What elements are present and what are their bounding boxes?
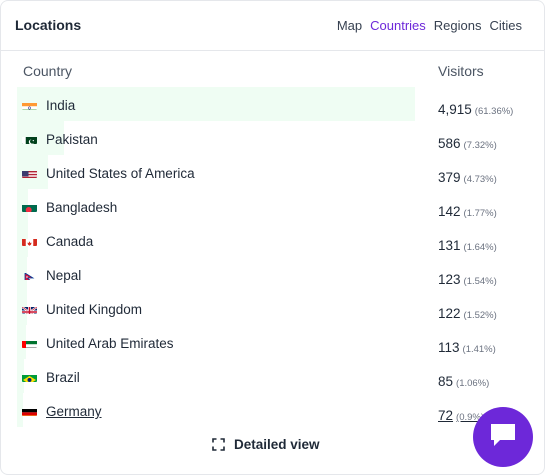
canada-flag-icon (22, 236, 37, 246)
country-name[interactable]: United States of America (46, 166, 195, 181)
detailed-view-button[interactable]: Detailed view (212, 437, 320, 452)
list-item[interactable]: Pakistan 586 (7.32%) (1, 121, 544, 155)
chat-button[interactable] (473, 407, 533, 467)
uk-flag-icon (22, 304, 37, 314)
card-title: Locations (15, 17, 82, 33)
list-item[interactable]: United Kingdom 122 (1.52%) (1, 291, 544, 325)
visitor-percent: (1.06%) (456, 378, 490, 389)
chat-icon (488, 421, 518, 454)
country-list: India 4,915 (61.36%) Pakistan 586 (7.32%) … (1, 87, 544, 427)
location-tabs: Map Countries Regions Cities (337, 18, 522, 33)
country-name[interactable]: Bangladesh (46, 200, 117, 215)
country-name[interactable]: Pakistan (46, 132, 98, 147)
uae-flag-icon (22, 338, 37, 348)
share-bar (17, 87, 415, 121)
visitor-count: 4,915 (61.36%) (438, 102, 514, 117)
visitor-count: 123 (1.54%) (438, 272, 497, 287)
country-name[interactable]: Germany (46, 404, 102, 419)
country-name[interactable]: United Kingdom (46, 302, 142, 317)
visitor-count: 142 (1.77%) (438, 204, 497, 219)
visitor-percent: (4.73%) (463, 174, 497, 185)
tab-map[interactable]: Map (337, 18, 362, 33)
visitor-percent: (1.77%) (463, 208, 497, 219)
expand-icon (212, 438, 225, 451)
detailed-view-label: Detailed view (234, 437, 320, 452)
visitor-percent: (1.52%) (463, 310, 497, 321)
column-header-visitors[interactable]: Visitors (438, 63, 484, 79)
list-item[interactable]: Brazil 85 (1.06%) (1, 359, 544, 393)
visitor-percent: (7.32%) (463, 140, 497, 151)
visitor-percent: (61.36%) (474, 106, 514, 117)
country-name[interactable]: India (46, 98, 75, 113)
usa-flag-icon (22, 168, 37, 178)
brazil-flag-icon (22, 372, 37, 382)
visitor-count: 85 (1.06%) (438, 374, 490, 389)
card-header: Locations Map Countries Regions Cities (1, 1, 544, 51)
visitor-count: 131 (1.64%) (438, 238, 497, 253)
country-name[interactable]: Brazil (46, 370, 80, 385)
country-name[interactable]: United Arab Emirates (46, 336, 174, 351)
india-flag-icon (22, 100, 37, 110)
country-name[interactable]: Canada (46, 234, 93, 249)
locations-card: Locations Map Countries Regions Cities C… (0, 0, 545, 475)
column-header-country: Country (23, 63, 73, 79)
visitor-percent: (1.64%) (463, 242, 497, 253)
visitor-count: 379 (4.73%) (438, 170, 497, 185)
germany-flag-icon (22, 406, 37, 416)
visitor-count: 113 (1.41%) (438, 340, 496, 355)
tab-cities[interactable]: Cities (489, 18, 522, 33)
nepal-flag-icon (22, 270, 37, 280)
visitor-percent: (1.41%) (462, 344, 496, 355)
pakistan-flag-icon (22, 134, 37, 144)
visitor-percent: (1.54%) (463, 276, 497, 287)
visitor-count: 586 (7.32%) (438, 136, 497, 151)
list-item[interactable]: United Arab Emirates 113 (1.41%) (1, 325, 544, 359)
visitor-count: 122 (1.52%) (438, 306, 497, 321)
tab-regions[interactable]: Regions (434, 18, 482, 33)
list-item[interactable]: United States of America 379 (4.73%) (1, 155, 544, 189)
list-item[interactable]: Bangladesh 142 (1.77%) (1, 189, 544, 223)
country-name[interactable]: Nepal (46, 268, 81, 283)
list-item[interactable]: Nepal 123 (1.54%) (1, 257, 544, 291)
tab-countries[interactable]: Countries (370, 18, 426, 33)
list-item[interactable]: Germany 72 (0.9%) (1, 393, 544, 427)
bangladesh-flag-icon (22, 202, 37, 212)
list-item[interactable]: Canada 131 (1.64%) (1, 223, 544, 257)
list-item[interactable]: India 4,915 (61.36%) (1, 87, 544, 121)
